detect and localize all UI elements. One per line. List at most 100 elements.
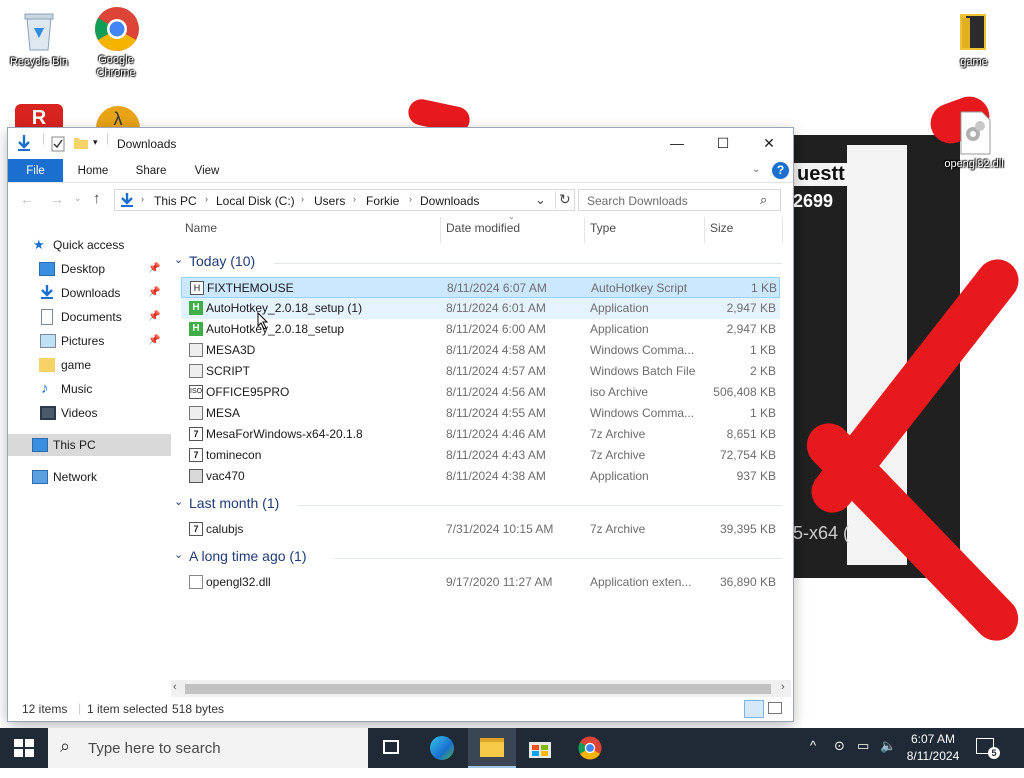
- scroll-right-arrow-icon[interactable]: ›: [781, 681, 785, 693]
- column-header-date-modified[interactable]: Date modified: [446, 221, 520, 235]
- breadcrumb-forkie[interactable]: Forkie: [366, 194, 399, 208]
- sidebar-item-network[interactable]: Network: [8, 466, 171, 488]
- expand-ribbon-chevron-icon[interactable]: ⌄: [752, 164, 760, 175]
- meet-now-icon[interactable]: ⊙: [834, 738, 845, 778]
- forward-arrow-icon[interactable]: →: [50, 191, 64, 207]
- sidebar-item-this-pc[interactable]: This PC: [8, 434, 171, 456]
- desktop-icon-google-chrome[interactable]: Google Chrome: [78, 6, 154, 80]
- desktop-icon-label: game: [960, 56, 988, 68]
- sidebar-item-downloads[interactable]: Downloads 📌: [8, 282, 171, 304]
- close-button[interactable]: ✕: [746, 128, 792, 159]
- table-row[interactable]: H AutoHotkey_2.0.18_setup (1) 8/11/2024 …: [181, 298, 780, 319]
- desktop-icon-recycle-bin[interactable]: Recycle Bin: [1, 8, 77, 69]
- table-row[interactable]: H AutoHotkey_2.0.18_setup 8/11/2024 6:00…: [181, 319, 780, 340]
- network-status-icon[interactable]: ▭: [857, 738, 869, 778]
- pin-icon[interactable]: 📌: [148, 306, 160, 328]
- file-size: 1 KB: [749, 343, 776, 357]
- title-bar[interactable]: | ▾ | Downloads — ☐ ✕: [8, 128, 793, 159]
- collapse-chevron-icon[interactable]: ⌄: [174, 253, 183, 266]
- table-row[interactable]: opengl32.dll 9/17/2020 11:27 AM Applicat…: [181, 572, 780, 593]
- taskbar-search-box[interactable]: ⌕ Type here to search: [48, 728, 368, 768]
- column-divider[interactable]: [782, 217, 783, 243]
- desktop-icon-half-life[interactable]: λ: [80, 106, 156, 129]
- scrollbar-thumb[interactable]: [185, 684, 771, 694]
- table-row[interactable]: SCRIPT 8/11/2024 4:57 AM Windows Batch F…: [181, 361, 780, 382]
- file-size: 2 KB: [749, 364, 776, 378]
- group-header-last-month[interactable]: ⌄ Last month (1): [174, 495, 784, 515]
- windows-start-icon[interactable]: [14, 739, 34, 760]
- table-row[interactable]: ISO OFFICE95PRO 8/11/2024 4:56 AM iso Ar…: [181, 382, 780, 403]
- search-input[interactable]: Search Downloads ⌕: [578, 189, 781, 211]
- properties-icon[interactable]: [51, 136, 65, 155]
- sidebar-item-game[interactable]: game: [8, 354, 171, 376]
- taskbar-app-store[interactable]: [516, 728, 564, 768]
- breadcrumb-this-pc[interactable]: This PC: [154, 194, 197, 208]
- details-view-icon[interactable]: [744, 700, 764, 718]
- desktop-icon-red-app[interactable]: R: [1, 104, 77, 129]
- horizontal-scrollbar[interactable]: ‹ ›: [171, 680, 791, 697]
- column-header-type[interactable]: Type: [590, 221, 616, 235]
- tab-home[interactable]: Home: [70, 159, 116, 183]
- search-icon[interactable]: ⌕: [760, 192, 767, 208]
- breadcrumb-chevron-icon[interactable]: ›: [205, 194, 208, 204]
- column-header-size[interactable]: Size: [710, 221, 733, 235]
- show-hidden-icons-chevron-icon[interactable]: ^: [810, 738, 816, 778]
- large-icons-view-icon[interactable]: [768, 702, 782, 714]
- tab-view[interactable]: View: [184, 159, 230, 183]
- desktop-icon-game[interactable]: game: [936, 8, 1012, 69]
- refresh-icon[interactable]: ↻: [559, 191, 571, 208]
- back-arrow-icon[interactable]: ←: [20, 191, 34, 207]
- taskbar-app-file-explorer[interactable]: [468, 728, 516, 768]
- table-row[interactable]: MESA3D 8/11/2024 4:58 AM Windows Comma..…: [181, 340, 780, 361]
- sidebar-item-music[interactable]: ♪ Music: [8, 378, 171, 400]
- table-row[interactable]: vac470 8/11/2024 4:38 AM Application 937…: [181, 466, 780, 487]
- taskbar-app-edge[interactable]: [418, 728, 466, 768]
- sidebar-item-desktop[interactable]: Desktop 📌: [8, 258, 171, 280]
- column-divider[interactable]: [440, 217, 441, 243]
- recent-locations-chevron-icon[interactable]: ⌄: [74, 193, 82, 204]
- pin-icon[interactable]: 📌: [148, 282, 160, 304]
- group-header-today[interactable]: ⌄ Today (10): [174, 253, 784, 273]
- breadcrumb-local-disk[interactable]: Local Disk (C:): [216, 194, 295, 208]
- tab-file[interactable]: File: [8, 159, 63, 183]
- tab-share[interactable]: Share: [128, 159, 174, 183]
- table-row[interactable]: MESA 8/11/2024 4:55 AM Windows Comma... …: [181, 403, 780, 424]
- table-row[interactable]: 7 tominecon 8/11/2024 4:43 AM 7z Archive…: [181, 445, 780, 466]
- task-view-button[interactable]: [368, 728, 416, 768]
- scroll-left-arrow-icon[interactable]: ‹: [173, 681, 177, 693]
- taskbar-app-chrome[interactable]: [566, 728, 614, 768]
- taskbar-clock[interactable]: 6:07 AM 8/11/2024: [898, 731, 968, 765]
- volume-icon[interactable]: 🔈: [880, 738, 896, 778]
- minimize-button[interactable]: —: [654, 128, 700, 159]
- desktop-icon-opengl32-dll[interactable]: opengl32.dll: [936, 110, 1012, 171]
- pin-icon[interactable]: 📌: [148, 258, 160, 280]
- address-dropdown-chevron-icon[interactable]: ⌄: [535, 192, 546, 208]
- new-folder-icon[interactable]: [73, 136, 89, 153]
- download-arrow-icon[interactable]: [16, 134, 32, 155]
- breadcrumb-chevron-icon[interactable]: ›: [409, 194, 412, 204]
- breadcrumb-chevron-icon[interactable]: ›: [301, 194, 304, 204]
- table-row[interactable]: 7 calubjs 7/31/2024 10:15 AM 7z Archive …: [181, 519, 780, 540]
- table-row[interactable]: H FIXTHEMOUSE 8/11/2024 6:07 AM AutoHotk…: [181, 277, 780, 298]
- group-header-long-time-ago[interactable]: ⌄ A long time ago (1): [174, 548, 784, 568]
- column-divider[interactable]: [584, 217, 585, 243]
- sidebar-item-documents[interactable]: Documents 📌: [8, 306, 171, 328]
- column-divider[interactable]: [704, 217, 705, 243]
- collapse-chevron-icon[interactable]: ⌄: [174, 548, 183, 561]
- collapse-chevron-icon[interactable]: ⌄: [174, 495, 183, 508]
- maximize-button[interactable]: ☐: [700, 128, 746, 159]
- column-header-name[interactable]: Name: [185, 221, 217, 235]
- help-icon[interactable]: ?: [772, 162, 789, 179]
- up-arrow-icon[interactable]: ↑: [93, 190, 101, 207]
- breadcrumb-chevron-icon[interactable]: ›: [141, 194, 144, 204]
- quick-access-toolbar-dropdown-icon[interactable]: ▾: [93, 137, 98, 148]
- breadcrumb-chevron-icon[interactable]: ›: [353, 194, 356, 204]
- sidebar-item-videos[interactable]: Videos: [8, 402, 171, 424]
- address-bar[interactable]: › This PC › Local Disk (C:) › Users › Fo…: [114, 189, 575, 211]
- breadcrumb-users[interactable]: Users: [314, 194, 345, 208]
- sidebar-item-pictures[interactable]: Pictures 📌: [8, 330, 171, 352]
- table-row[interactable]: 7 MesaForWindows-x64-20.1.8 8/11/2024 4:…: [181, 424, 780, 445]
- pin-icon[interactable]: 📌: [148, 330, 160, 352]
- sidebar-item-quick-access[interactable]: ★ Quick access: [8, 234, 171, 256]
- breadcrumb-downloads[interactable]: Downloads: [420, 194, 479, 208]
